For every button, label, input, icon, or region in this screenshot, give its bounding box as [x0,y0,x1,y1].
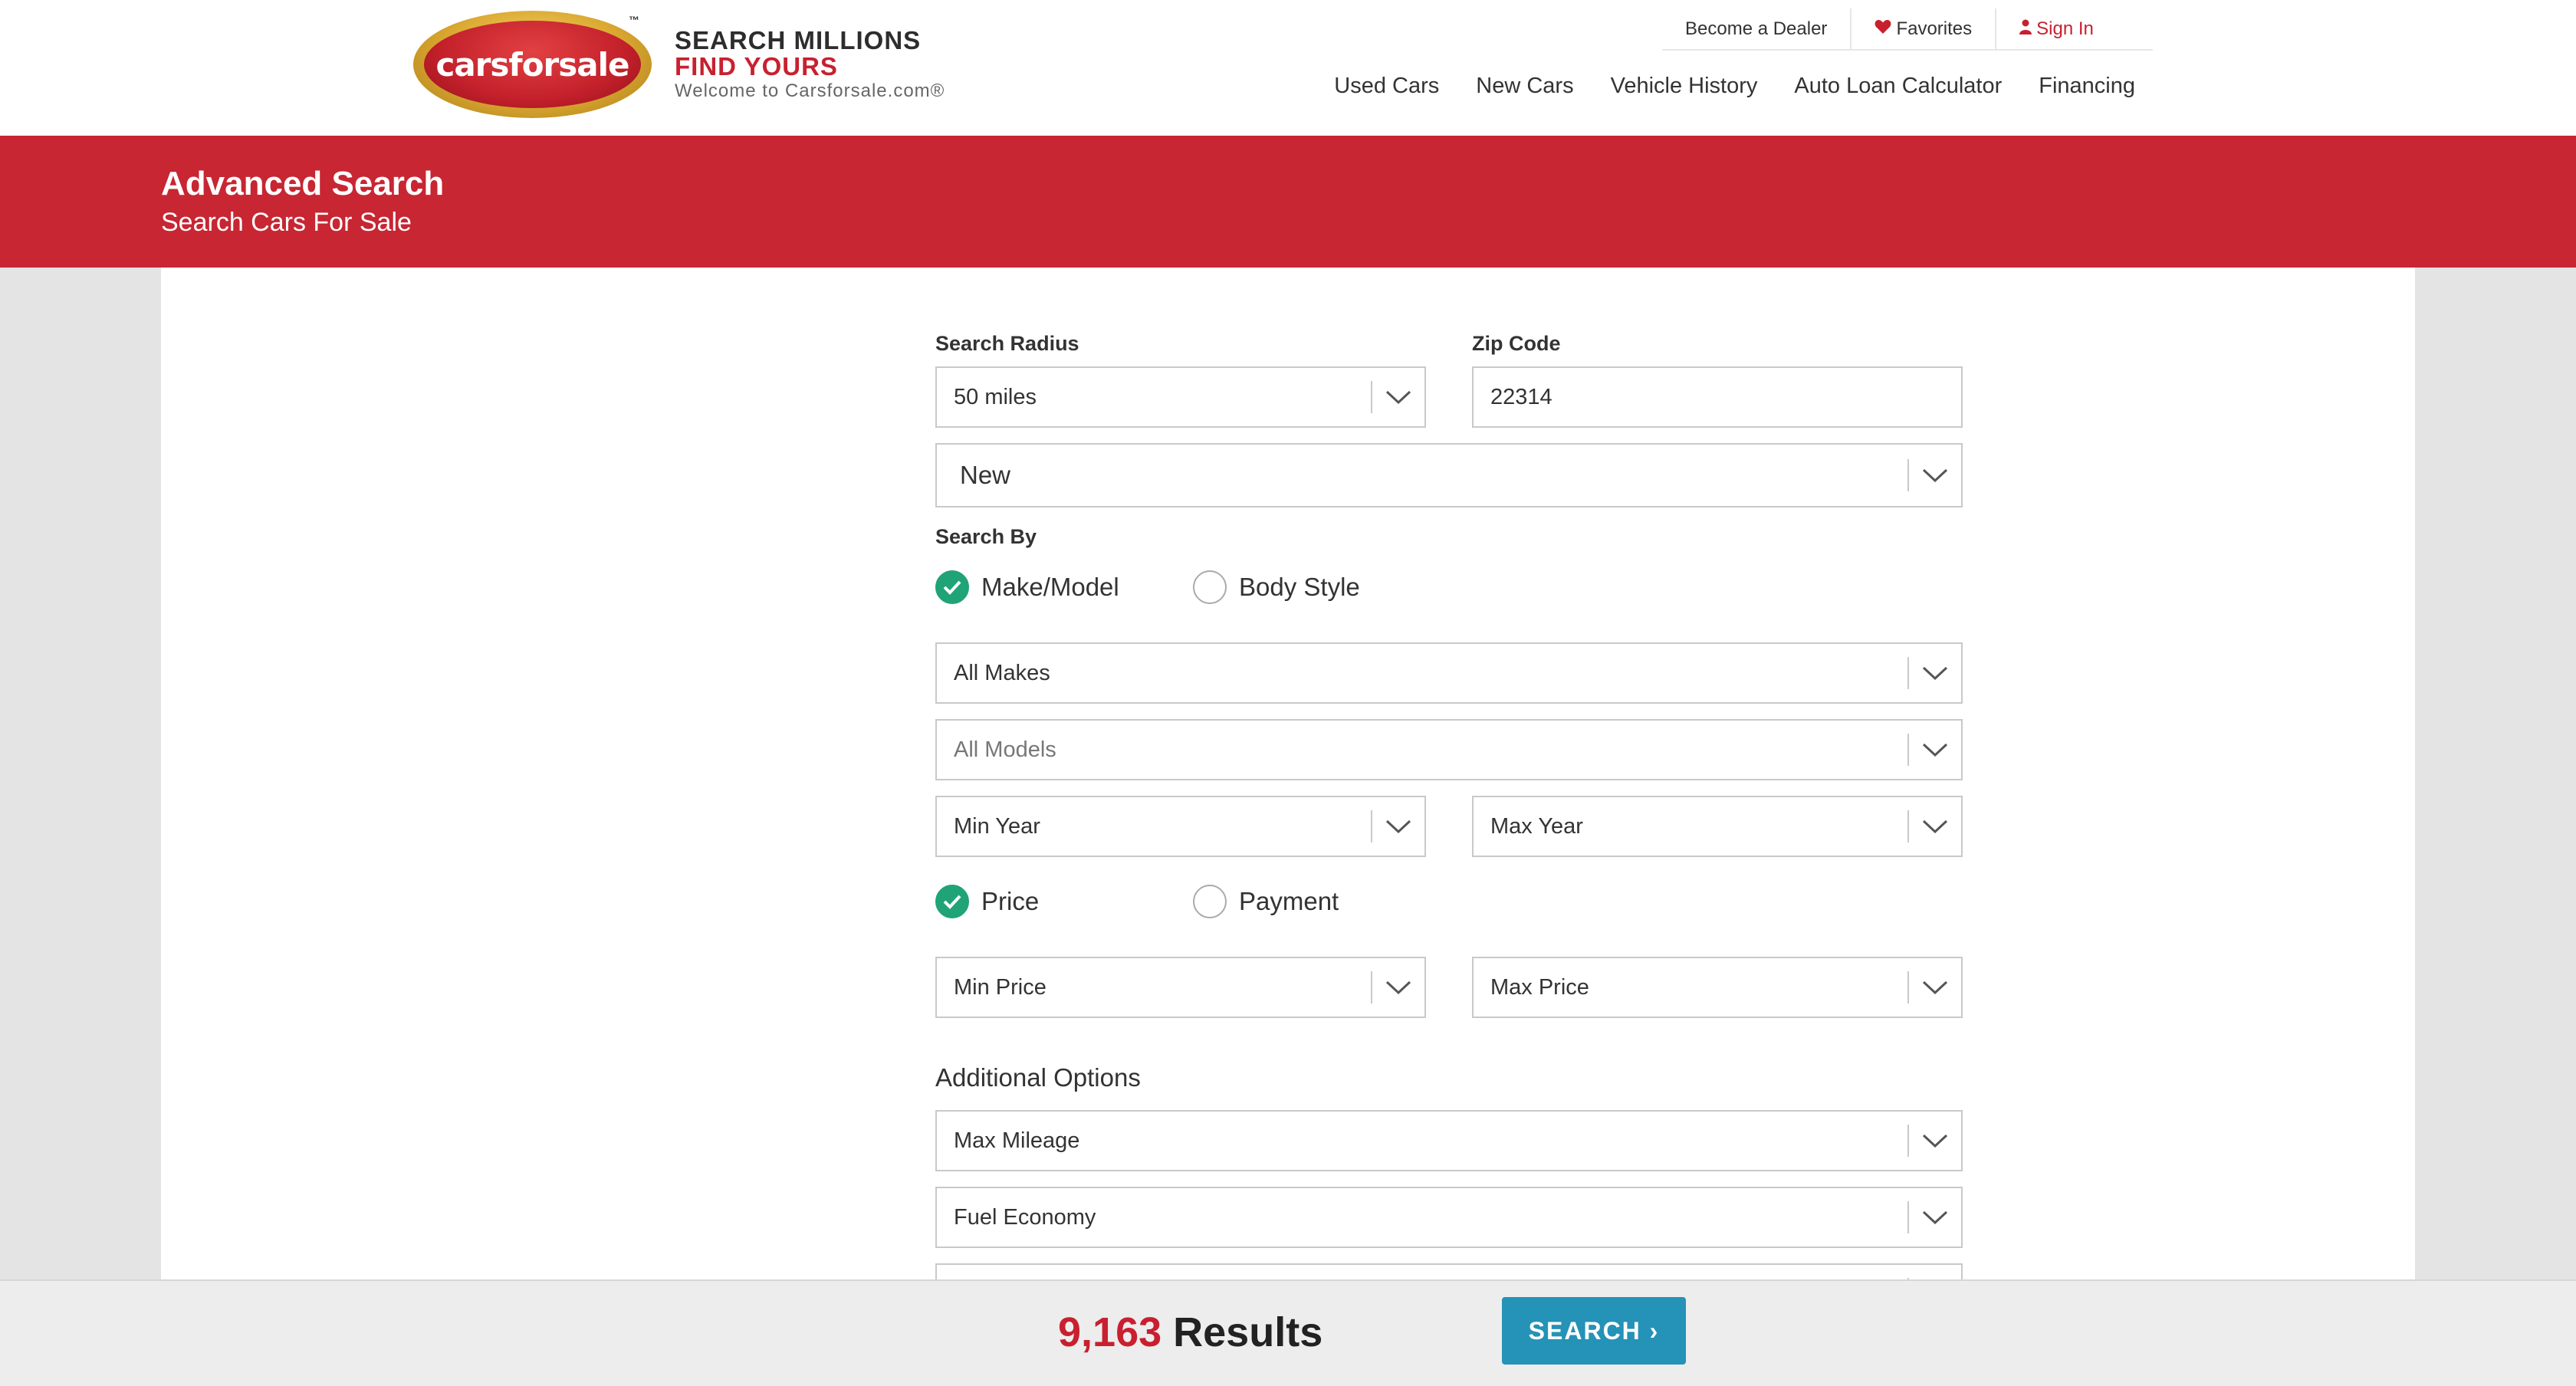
makes-value: All Makes [954,660,1050,685]
sign-in-link[interactable]: Sign In [1995,8,2117,50]
tagline-find-yours: FIND YOURS [675,52,838,80]
body-style-radio[interactable]: Body Style [1193,570,1360,604]
chevron-down-icon [1909,1188,1961,1246]
body-style-label: Body Style [1239,573,1360,601]
chevron-down-icon [1372,368,1424,426]
become-dealer-link[interactable]: Become a Dealer [1662,8,1850,50]
tagline: SEARCH MILLIONS FIND YOURS Welcome to Ca… [675,28,945,103]
nav-new-cars[interactable]: New Cars [1476,74,1573,99]
nav-vehicle-history[interactable]: Vehicle History [1611,74,1758,99]
max-mileage-value: Max Mileage [954,1128,1080,1153]
zip-code-input[interactable]: 22314 [1472,366,1963,428]
max-year-select[interactable]: Max Year [1472,796,1963,857]
condition-select[interactable]: New [935,443,1963,507]
become-dealer-label: Become a Dealer [1685,18,1828,39]
radio-empty-icon [1193,885,1227,918]
sign-in-label: Sign In [2036,18,2094,39]
site-header: carsforsale ™ SEARCH MILLIONS FIND YOURS… [0,0,2576,136]
chevron-down-icon [1909,644,1961,702]
zip-code-label: Zip Code [1472,332,1561,355]
top-links: Become a Dealer Favorites Sign In [1662,8,2153,51]
search-radius-value: 50 miles [954,384,1037,409]
min-price-value: Min Price [954,974,1046,1000]
logo-inner: carsforsale [424,21,641,108]
carsforsale-logo[interactable]: carsforsale ™ [413,11,652,118]
min-price-select[interactable]: Min Price [935,957,1426,1018]
page-subtitle: Search Cars For Sale [161,208,412,237]
results-count: 9,163 Results [1058,1309,1322,1356]
min-year-select[interactable]: Min Year [935,796,1426,857]
max-price-select[interactable]: Max Price [1472,957,1963,1018]
models-select[interactable]: All Models [935,719,1963,780]
chevron-down-icon [1909,721,1961,779]
radio-empty-icon [1193,570,1227,604]
favorites-link[interactable]: Favorites [1850,8,1995,50]
min-year-value: Min Year [954,813,1040,839]
chevron-down-icon [1909,958,1961,1017]
max-price-value: Max Price [1490,974,1589,1000]
max-year-value: Max Year [1490,813,1583,839]
logo-trademark: ™ [629,14,639,26]
page-title: Advanced Search [161,165,445,202]
nav-financing[interactable]: Financing [2039,74,2135,99]
search-radius-label: Search Radius [935,332,1079,355]
tagline-welcome: Welcome to Carsforsale.com® [675,80,945,101]
main-nav: Used Cars New Cars Vehicle History Auto … [1297,74,2135,99]
models-value: All Models [954,737,1056,762]
payment-label: Payment [1239,887,1339,915]
make-model-radio[interactable]: Make/Model [935,570,1119,604]
chevron-down-icon [1372,797,1424,856]
chevron-down-icon [1909,446,1961,504]
make-model-label: Make/Model [981,573,1119,601]
chevron-down-icon [1909,1112,1961,1170]
tagline-search-millions: SEARCH MILLIONS [675,26,922,54]
payment-radio[interactable]: Payment [1193,885,1339,918]
condition-value: New [960,461,1011,489]
chevron-down-icon [1909,797,1961,856]
results-word: Results [1173,1309,1323,1355]
fuel-economy-select[interactable]: Fuel Economy [935,1187,1963,1248]
heart-icon [1875,18,1891,40]
search-button[interactable]: SEARCH › [1502,1297,1686,1365]
results-bar: 9,163 Results SEARCH › [0,1279,2576,1386]
search-radius-select[interactable]: 50 miles [935,366,1426,428]
favorites-label: Favorites [1896,18,1973,39]
nav-auto-loan-calculator[interactable]: Auto Loan Calculator [1794,74,2002,99]
check-icon [935,885,969,918]
additional-options-heading: Additional Options [935,1063,1141,1092]
search-by-label: Search By [935,525,1037,548]
fuel-economy-value: Fuel Economy [954,1204,1096,1230]
chevron-down-icon [1372,958,1424,1017]
search-card: Search Radius 50 miles Zip Code 22314 Ne… [161,268,2415,1325]
logo-text: carsforsale [435,45,629,84]
nav-used-cars[interactable]: Used Cars [1334,74,1439,99]
zip-code-value: 22314 [1490,384,1552,409]
results-number: 9,163 [1058,1309,1162,1355]
user-icon [2019,18,2032,40]
makes-select[interactable]: All Makes [935,642,1963,704]
price-label: Price [981,887,1040,915]
price-radio[interactable]: Price [935,885,1039,918]
max-mileage-select[interactable]: Max Mileage [935,1110,1963,1171]
check-icon [935,570,969,604]
page-banner: Advanced Search Search Cars For Sale [0,136,2576,268]
